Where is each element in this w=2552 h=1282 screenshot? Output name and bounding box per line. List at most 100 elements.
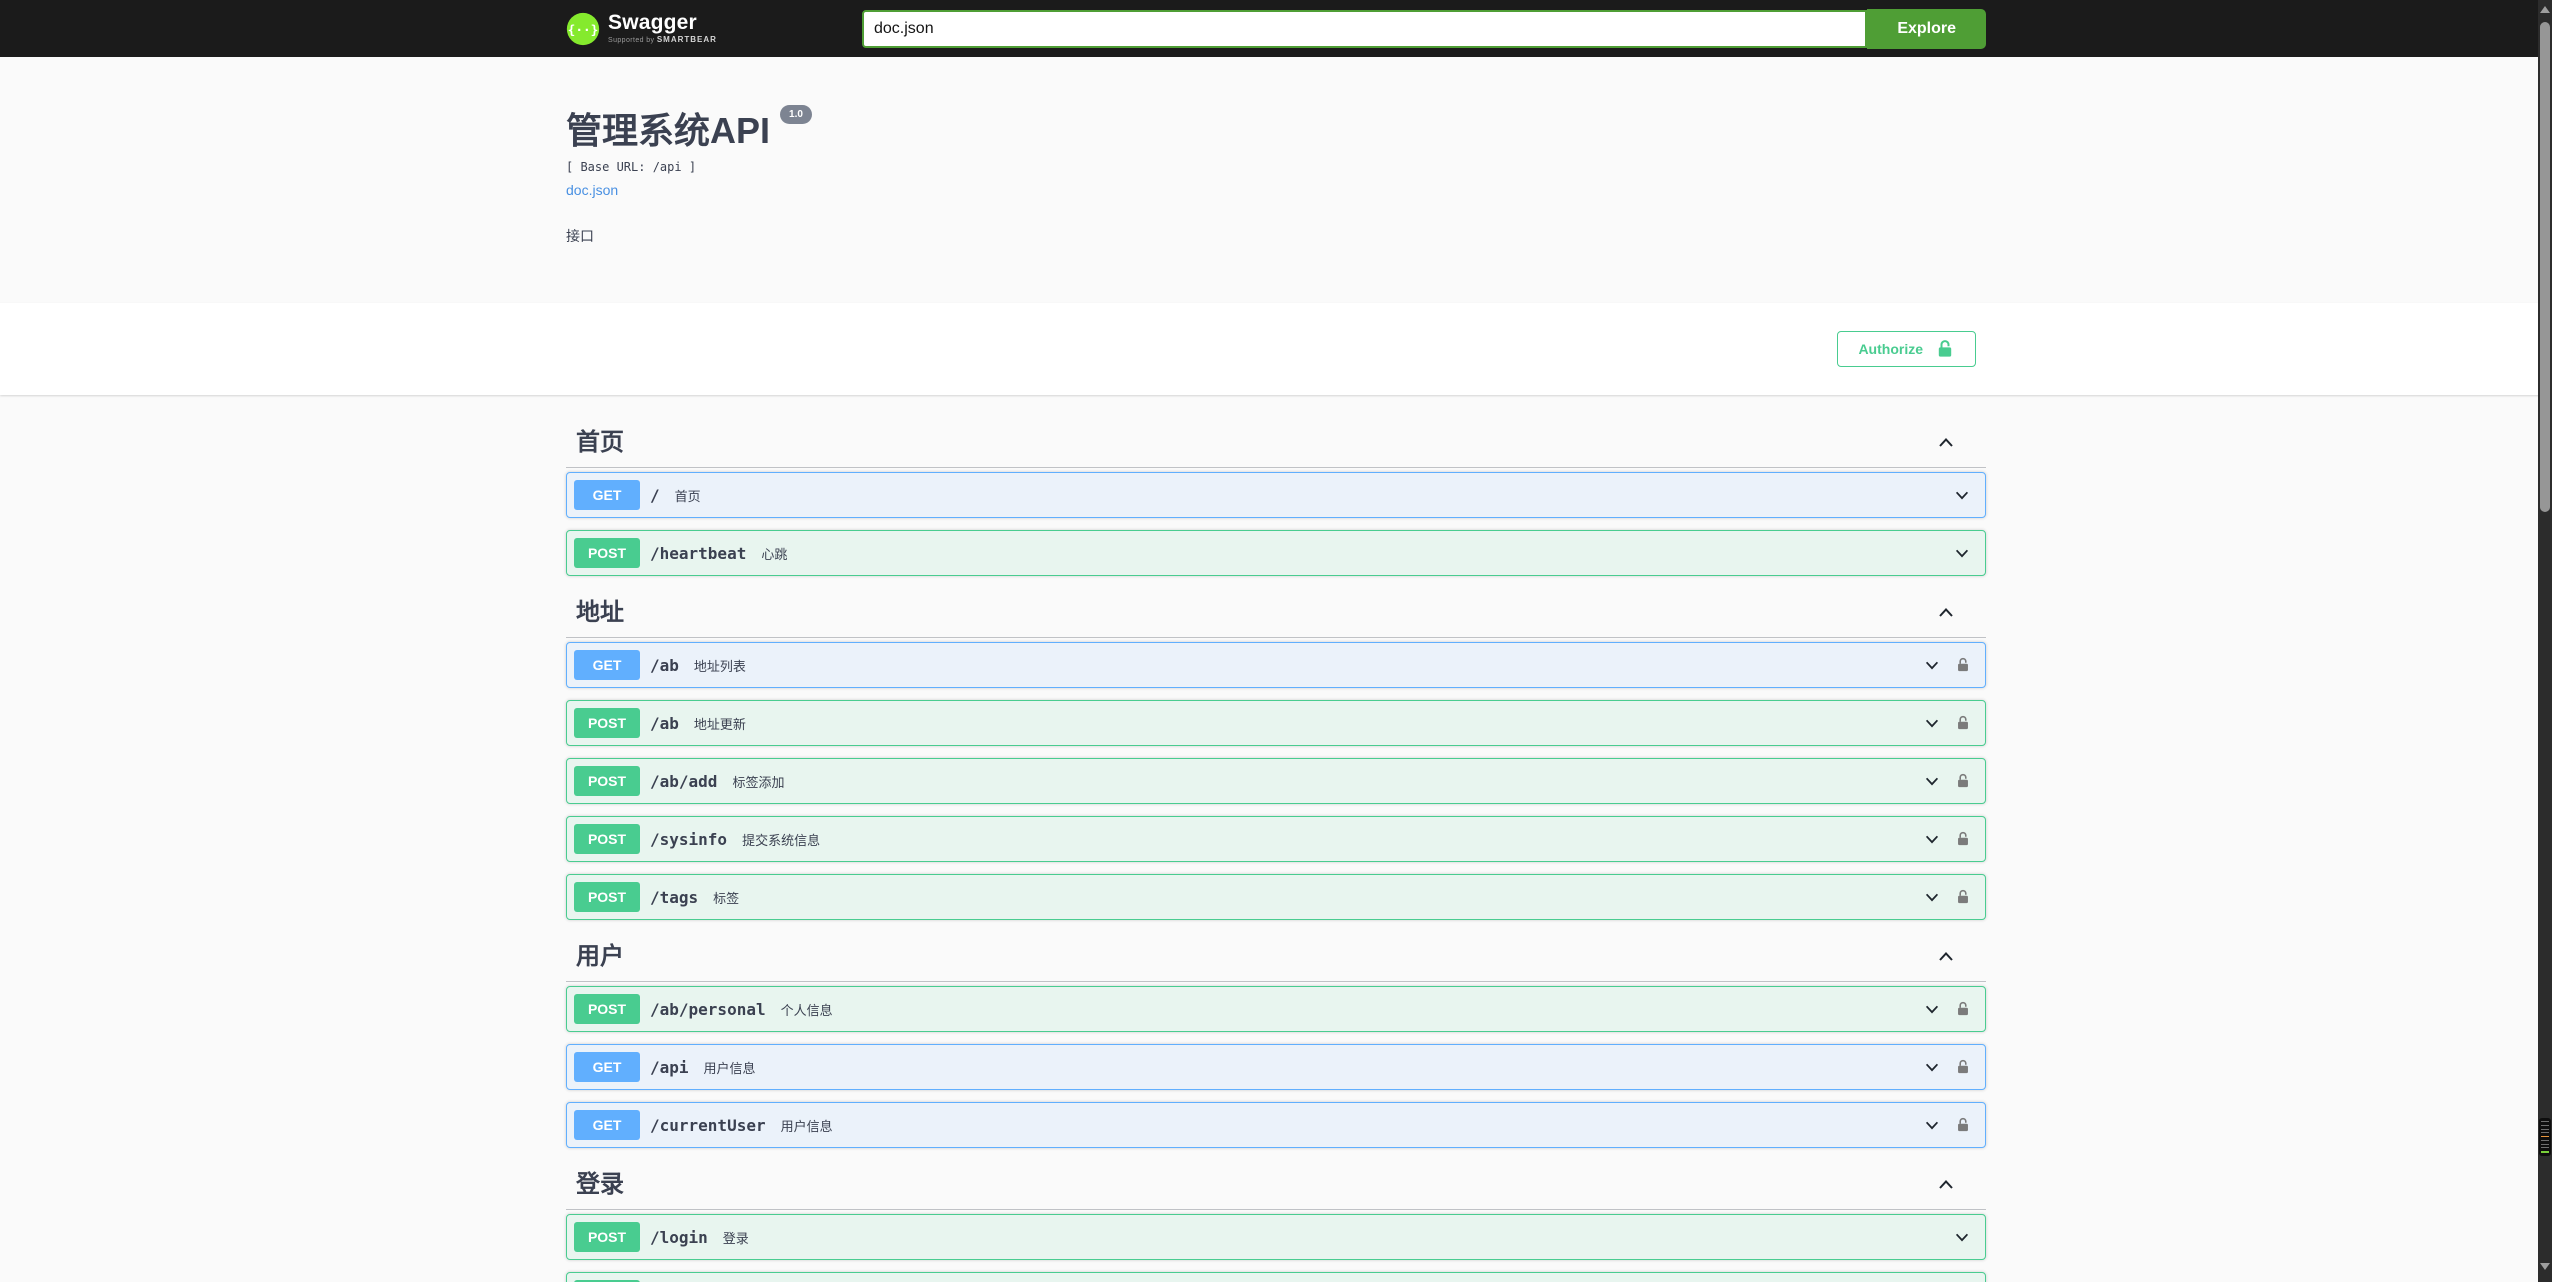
- operation-path: /ab: [650, 713, 679, 733]
- chevron-down-icon[interactable]: [1923, 714, 1941, 732]
- api-section: 登录 POST /login 登录 POST /loginStatus 登录状态: [566, 1160, 1986, 1282]
- api-description: 接口: [566, 228, 594, 244]
- section-operations: POST /login 登录 POST /loginStatus 登录状态: [566, 1214, 1986, 1282]
- operation-row[interactable]: GET /api 用户信息: [566, 1044, 1986, 1090]
- method-badge: GET: [574, 650, 640, 680]
- scroll-up-arrow-icon[interactable]: [2540, 6, 2550, 13]
- operation-summary: 用户信息: [703, 1060, 756, 1076]
- chevron-down-icon[interactable]: [1923, 830, 1941, 848]
- svg-text:{··}: {··}: [568, 23, 599, 38]
- api-title-text: 管理系统API: [566, 110, 771, 151]
- operation-row[interactable]: POST /loginStatus 登录状态: [566, 1272, 1986, 1282]
- operation-summary: 心跳: [761, 546, 788, 562]
- chevron-down-icon[interactable]: [1923, 1116, 1941, 1134]
- lock-open-icon: [1935, 339, 1955, 359]
- operation-summary: 标签添加: [732, 774, 785, 790]
- lock-open-icon[interactable]: [1955, 1001, 1971, 1017]
- scheme-container: Authorize: [0, 303, 2552, 395]
- operation-row[interactable]: POST /tags 标签: [566, 874, 1986, 920]
- section-title: 首页: [576, 429, 624, 456]
- method-badge: POST: [574, 994, 640, 1024]
- chevron-down-icon[interactable]: [1953, 486, 1971, 504]
- chevron-up-icon[interactable]: [1936, 603, 1956, 623]
- swagger-logo[interactable]: {··} Swagger Supported by SMARTBEAR: [566, 12, 717, 46]
- authorize-button[interactable]: Authorize: [1837, 331, 1976, 367]
- section-title: 地址: [576, 599, 624, 626]
- operation-summary: 登录: [722, 1230, 749, 1246]
- operation-summary: 首页: [674, 488, 701, 504]
- chevron-down-icon[interactable]: [1923, 1000, 1941, 1018]
- operation-summary: 提交系统信息: [742, 832, 821, 848]
- method-badge: POST: [574, 1222, 640, 1252]
- chevron-down-icon[interactable]: [1923, 656, 1941, 674]
- chevron-down-icon[interactable]: [1953, 1228, 1971, 1246]
- spec-url-input[interactable]: [862, 9, 1868, 48]
- section-header[interactable]: 用户: [566, 932, 1986, 982]
- chevron-up-icon[interactable]: [1936, 947, 1956, 967]
- operation-path: /ab/add: [650, 771, 718, 791]
- scrollbar-thumb[interactable]: [2540, 22, 2550, 512]
- lock-open-icon[interactable]: [1955, 657, 1971, 673]
- method-badge: POST: [574, 882, 640, 912]
- operation-summary: 用户信息: [780, 1118, 833, 1134]
- operation-row[interactable]: POST /ab/add 标签添加: [566, 758, 1986, 804]
- chevron-up-icon[interactable]: [1936, 433, 1956, 453]
- lock-open-icon[interactable]: [1955, 831, 1971, 847]
- scroll-down-arrow-icon[interactable]: [2540, 1263, 2550, 1270]
- operation-path: /ab/personal: [650, 999, 766, 1019]
- operation-row[interactable]: POST /heartbeat 心跳: [566, 530, 1986, 576]
- swagger-logo-icon: {··}: [566, 12, 600, 46]
- method-badge: POST: [574, 538, 640, 568]
- supported-by-label: Supported by SMARTBEAR: [608, 35, 717, 45]
- operation-row[interactable]: POST /sysinfo 提交系统信息: [566, 816, 1986, 862]
- lock-open-icon[interactable]: [1955, 773, 1971, 789]
- operation-row[interactable]: GET /currentUser 用户信息: [566, 1102, 1986, 1148]
- spec-link[interactable]: doc.json: [566, 182, 618, 198]
- operation-path: /sysinfo: [650, 829, 728, 849]
- section-title: 用户: [576, 943, 624, 970]
- lock-open-icon[interactable]: [1955, 1117, 1971, 1133]
- chevron-down-icon[interactable]: [1923, 772, 1941, 790]
- version-badge: 1.0: [780, 105, 812, 124]
- chevron-down-icon[interactable]: [1953, 544, 1971, 562]
- lock-open-icon[interactable]: [1955, 1059, 1971, 1075]
- authorize-label: Authorize: [1858, 341, 1923, 357]
- operation-row[interactable]: GET / 首页: [566, 472, 1986, 518]
- section-operations: GET /ab 地址列表 POST /ab 地址更新 POST /ab/add …: [566, 642, 1986, 920]
- explore-button[interactable]: Explore: [1867, 8, 1986, 49]
- operation-path: /ab: [650, 655, 679, 675]
- lock-open-icon[interactable]: [1955, 715, 1971, 731]
- method-badge: GET: [574, 1052, 640, 1082]
- operation-row[interactable]: GET /ab 地址列表: [566, 642, 1986, 688]
- topbar: {··} Swagger Supported by SMARTBEAR Expl…: [0, 0, 2552, 57]
- operation-row[interactable]: POST /ab/personal 个人信息: [566, 986, 1986, 1032]
- section-header[interactable]: 登录: [566, 1160, 1986, 1210]
- api-section: 地址 GET /ab 地址列表 POST /ab 地址更新 POST /ab/a…: [566, 588, 1986, 920]
- chevron-up-icon[interactable]: [1936, 1175, 1956, 1195]
- scrollbar-track[interactable]: [2538, 0, 2552, 1282]
- lock-open-icon[interactable]: [1955, 889, 1971, 905]
- chevron-down-icon[interactable]: [1923, 888, 1941, 906]
- operation-row[interactable]: POST /ab 地址更新: [566, 700, 1986, 746]
- scroll-minimap-widget: [2539, 1118, 2551, 1156]
- spec-url-form: Explore: [862, 8, 1986, 49]
- section-header[interactable]: 地址: [566, 588, 1986, 638]
- operation-summary: 地址列表: [693, 658, 746, 674]
- operation-path: /tags: [650, 887, 699, 907]
- operations-main: 首页 GET / 首页 POST /heartbeat 心跳 地址 GET /a…: [0, 395, 2552, 1282]
- operation-row[interactable]: POST /login 登录: [566, 1214, 1986, 1260]
- operation-summary: 地址更新: [693, 716, 746, 732]
- brand-wordmark: Swagger: [608, 11, 697, 35]
- operation-summary: 个人信息: [780, 1002, 833, 1018]
- section-operations: GET / 首页 POST /heartbeat 心跳: [566, 472, 1986, 576]
- api-section: 用户 POST /ab/personal 个人信息 GET /api 用户信息 …: [566, 932, 1986, 1148]
- method-badge: POST: [574, 824, 640, 854]
- section-operations: POST /ab/personal 个人信息 GET /api 用户信息 GET…: [566, 986, 1986, 1148]
- page-title: 管理系统API 1.0: [566, 102, 1986, 154]
- api-section: 首页 GET / 首页 POST /heartbeat 心跳: [566, 418, 1986, 576]
- base-url: [ Base URL: /api ]: [566, 160, 697, 174]
- chevron-down-icon[interactable]: [1923, 1058, 1941, 1076]
- operation-path: /heartbeat: [650, 543, 747, 563]
- section-header[interactable]: 首页: [566, 418, 1986, 468]
- api-info: 管理系统API 1.0 [ Base URL: /api ] doc.json …: [0, 57, 2552, 303]
